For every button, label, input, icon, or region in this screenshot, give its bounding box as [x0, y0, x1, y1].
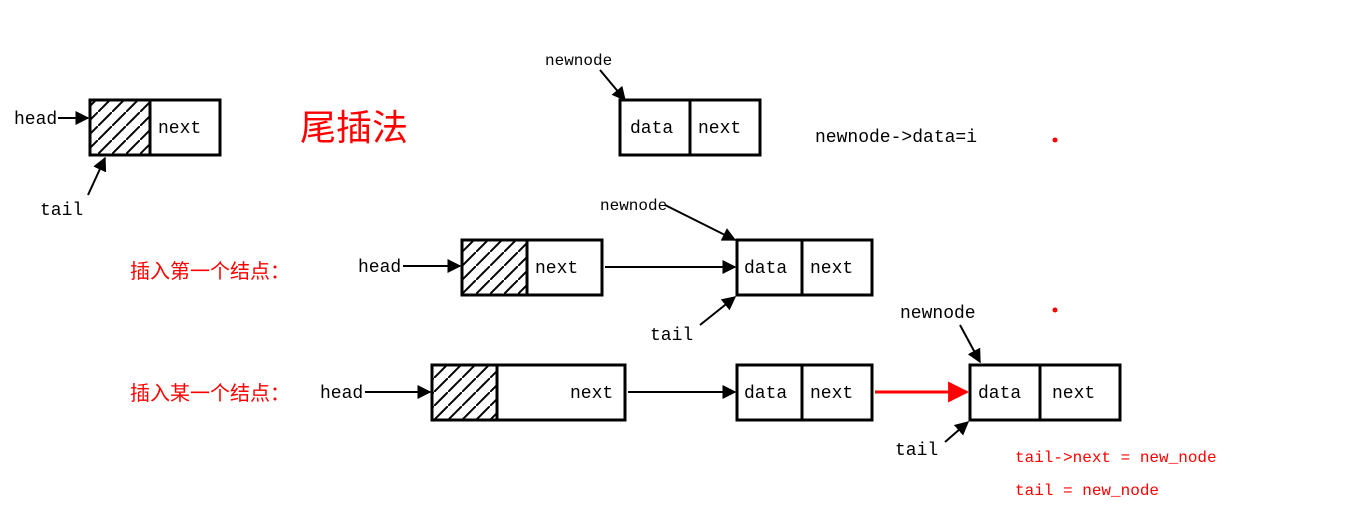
diagram-title: 尾插法	[300, 108, 408, 148]
next-label: next	[1052, 384, 1095, 404]
node-head-r3: next	[432, 365, 625, 420]
arrow-newnode-r2	[665, 205, 735, 240]
data-label: data	[978, 384, 1021, 404]
next-label: next	[535, 259, 578, 279]
data-label: data	[744, 259, 787, 279]
code-tail-next: tail->next = new_node	[1015, 449, 1217, 467]
code-tail-assign: tail = new_node	[1015, 482, 1159, 500]
dot-red-2	[1053, 308, 1058, 313]
arrow-tail-r2	[700, 297, 735, 325]
newnode-label-r3: newnode	[900, 304, 976, 324]
caption-insert-some: 插入某一个结点：	[130, 382, 290, 405]
dot-red-1	[1053, 138, 1058, 143]
head-label-r3: head	[320, 384, 363, 404]
node-new-r2: data next	[737, 240, 872, 295]
tail-label-top: tail	[40, 201, 83, 221]
arrow-tail-top	[88, 158, 105, 195]
newnode-label-r2: newnode	[600, 197, 667, 215]
next-label: next	[810, 259, 853, 279]
node-newnode-top: data next	[620, 100, 760, 155]
arrow-newnode-r3	[960, 325, 980, 362]
head-label-r2: head	[358, 258, 401, 278]
next-label: next	[158, 119, 201, 139]
tail-label-r2: tail	[650, 326, 693, 346]
next-label: next	[698, 119, 741, 139]
next-label: next	[810, 384, 853, 404]
newnode-label-top: newnode	[545, 52, 612, 70]
node-new-r3: data next	[970, 365, 1120, 420]
node-head-top: next	[90, 100, 220, 155]
node-head-r2: next	[462, 240, 602, 295]
arrow-newnode-top	[600, 70, 625, 100]
arrow-tail-r3	[945, 422, 968, 442]
next-label: next	[570, 384, 613, 404]
data-label: data	[630, 119, 673, 139]
data-label: data	[744, 384, 787, 404]
code-assign-data: newnode->data=i	[815, 128, 977, 148]
head-label-top: head	[14, 110, 57, 130]
caption-insert-first: 插入第一个结点：	[130, 260, 290, 283]
tail-label-r3: tail	[895, 441, 938, 461]
node-mid-r3: data next	[737, 365, 872, 420]
